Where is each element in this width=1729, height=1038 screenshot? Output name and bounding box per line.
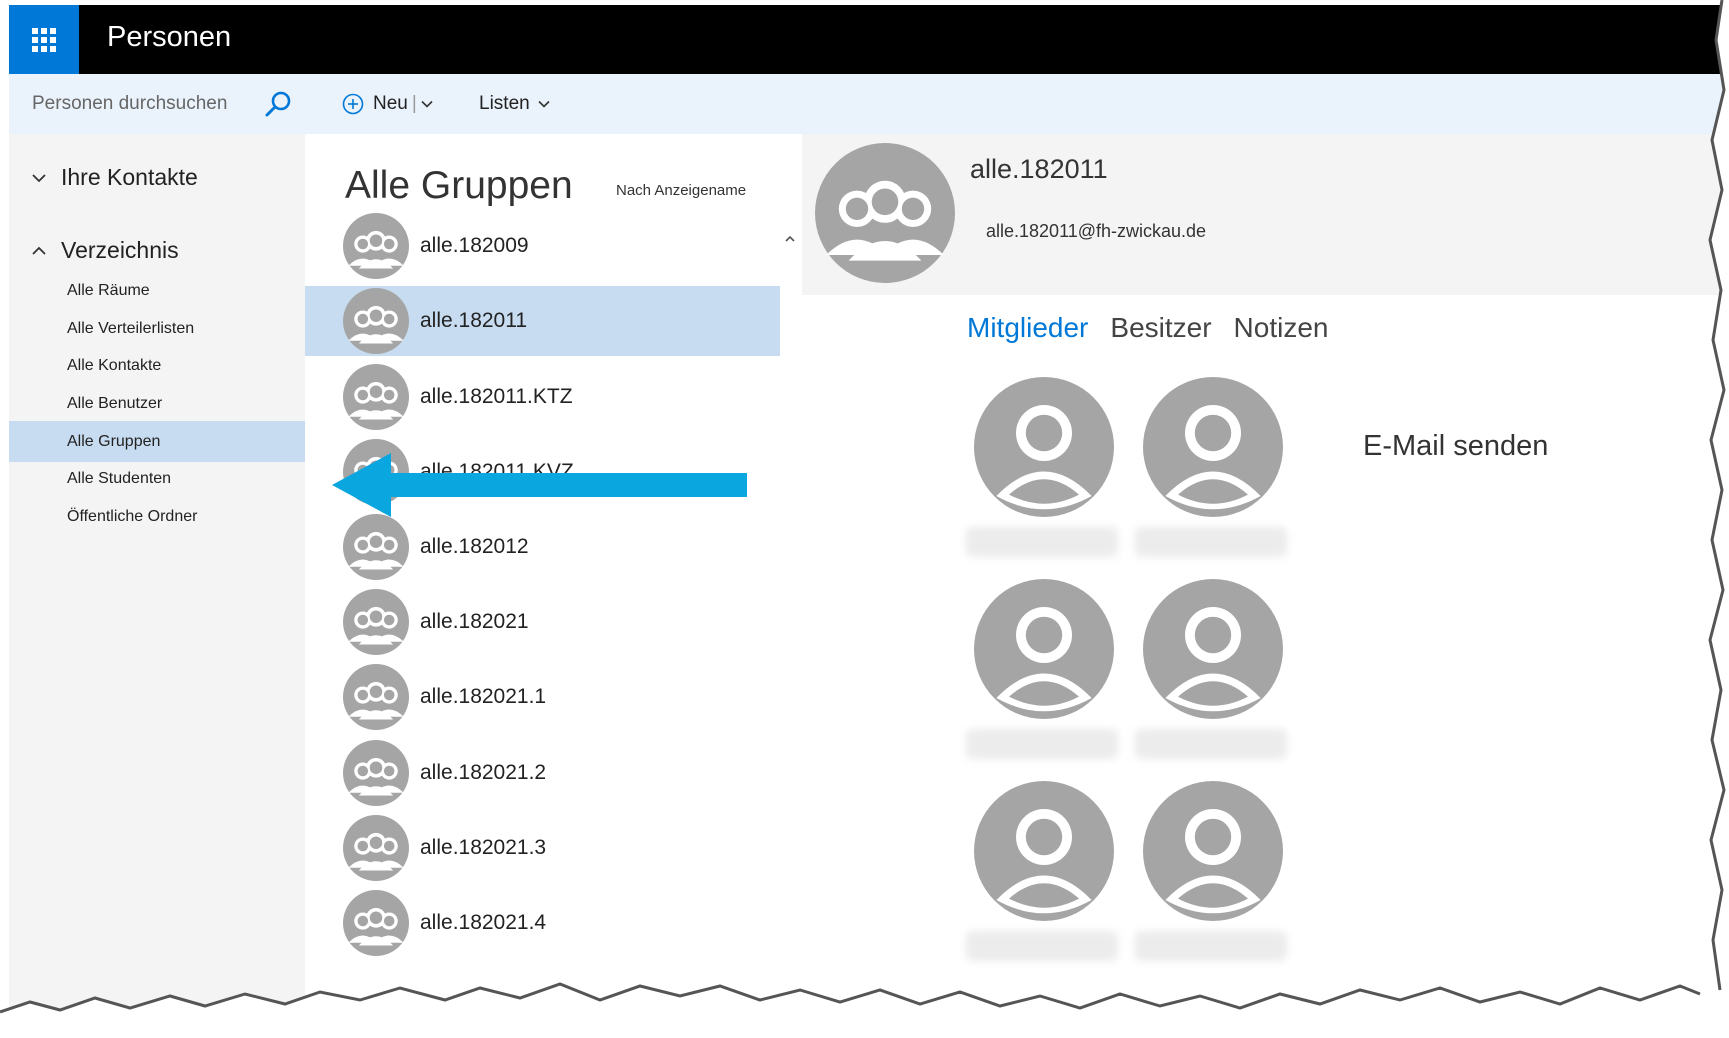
member-tile[interactable] (1135, 377, 1287, 567)
chevron-down-icon[interactable] (421, 98, 433, 110)
person-avatar-icon (1143, 781, 1283, 921)
command-bar: Neu | Listen (9, 74, 1727, 134)
nav-section-your-contacts[interactable]: Ihre Kontakte (31, 164, 198, 191)
list-item[interactable]: alle.182009 (305, 211, 780, 281)
group-avatar-icon (343, 589, 409, 655)
group-avatar-icon (343, 213, 409, 279)
app-header: Personen (9, 5, 1727, 74)
waffle-icon (32, 28, 56, 52)
new-button-separator: | (411, 93, 417, 114)
annotation-arrow-icon (332, 453, 747, 517)
list-item-name: alle.182021.1 (420, 685, 547, 708)
nav-section-directory[interactable]: Verzeichnis (31, 237, 179, 264)
search-box (9, 74, 305, 134)
group-list-pane: Alle Gruppen Nach Anzeigename alle.18200… (305, 134, 822, 1035)
sort-button[interactable]: Nach Anzeigename (616, 182, 746, 199)
group-avatar-icon (815, 143, 955, 283)
new-button-label: Neu (373, 93, 408, 114)
nav-section-label: Verzeichnis (61, 237, 179, 263)
person-avatar-icon (974, 377, 1114, 517)
nav-item-public-folders[interactable]: Öffentliche Ordner (9, 496, 305, 537)
member-name-redacted (1135, 931, 1287, 961)
person-avatar-icon (1143, 377, 1283, 517)
scrollbar-thumb[interactable] (780, 1023, 800, 1035)
lists-button[interactable]: Listen (479, 88, 550, 120)
nav-item-all-distribution-lists[interactable]: Alle Verteilerlisten (9, 308, 305, 349)
list-title: Alle Gruppen (345, 164, 573, 207)
list-item-name: alle.182021.3 (420, 836, 547, 859)
nav-section-label: Ihre Kontakte (61, 164, 198, 190)
list-item[interactable]: alle.182021 (305, 587, 780, 657)
nav-item-all-students[interactable]: Alle Studenten (9, 458, 305, 499)
group-email[interactable]: alle.182011@fh-zwickau.de (986, 221, 1206, 242)
member-name-redacted (1135, 527, 1287, 557)
list-item-name: alle.182021.4 (420, 911, 547, 934)
app-title: Personen (107, 21, 232, 53)
tab-owners[interactable]: Besitzer (1110, 312, 1211, 344)
tab-members[interactable]: Mitglieder (967, 312, 1088, 344)
member-name-redacted (1135, 729, 1287, 759)
list-item-selected[interactable]: alle.182011 (305, 286, 780, 356)
list-item-name: alle.182021 (420, 610, 529, 633)
group-avatar-icon (343, 664, 409, 730)
nav-item-all-users[interactable]: Alle Benutzer (9, 383, 305, 424)
chevron-down-icon (32, 173, 46, 182)
list-item-name: alle.182009 (420, 234, 529, 257)
chevron-up-icon[interactable] (782, 231, 798, 247)
member-name-redacted (966, 527, 1118, 557)
search-icon[interactable] (264, 90, 292, 118)
list-item[interactable]: alle.182011.KTZ (305, 362, 780, 432)
search-input[interactable] (9, 74, 305, 134)
list-item[interactable]: alle.182021.2 (305, 738, 780, 808)
lists-button-label: Listen (479, 93, 530, 114)
send-email-button[interactable]: E-Mail senden (1363, 430, 1548, 463)
list-item-name: alle.182021.2 (420, 761, 547, 784)
list-scrollbar[interactable] (780, 229, 800, 1035)
list-item-name: alle.182011.KTZ (420, 385, 573, 408)
member-tile[interactable] (966, 781, 1118, 971)
list-item[interactable]: alle.182021.1 (305, 662, 780, 732)
group-avatar-icon (343, 890, 409, 956)
member-name-redacted (966, 729, 1118, 759)
folder-pane: Ihre Kontakte Verzeichnis Alle Räume All… (9, 134, 305, 1035)
group-avatar-icon (343, 364, 409, 430)
group-name: alle.182011 (970, 154, 1108, 184)
add-circle-icon (342, 93, 364, 115)
group-avatar-icon (343, 740, 409, 806)
member-tile[interactable] (1135, 781, 1287, 971)
people-app-window: Personen Neu | Listen (9, 5, 1727, 1035)
group-avatar-icon (343, 815, 409, 881)
list-item[interactable]: alle.182021.3 (305, 813, 780, 883)
nav-item-all-rooms[interactable]: Alle Räume (9, 270, 305, 311)
tab-notes[interactable]: Notizen (1234, 312, 1329, 344)
group-detail-pane: alle.182011 alle.182011@fh-zwickau.de Mi… (802, 134, 1727, 1035)
person-avatar-icon (974, 781, 1114, 921)
list-item-name: alle.182011 (420, 309, 528, 332)
member-tile[interactable] (966, 377, 1118, 567)
detail-header: alle.182011 alle.182011@fh-zwickau.de (802, 134, 1727, 295)
list-item[interactable]: alle.182021.4 (305, 888, 780, 958)
person-avatar-icon (1143, 579, 1283, 719)
member-tile[interactable] (966, 579, 1118, 769)
member-tile[interactable] (1135, 579, 1287, 769)
nav-item-all-groups[interactable]: Alle Gruppen (9, 421, 305, 462)
nav-item-all-contacts[interactable]: Alle Kontakte (9, 345, 305, 386)
chevron-down-icon (538, 100, 550, 108)
detail-tabs: Mitglieder Besitzer Notizen (967, 312, 1350, 344)
person-avatar-icon (974, 579, 1114, 719)
member-name-redacted (966, 931, 1118, 961)
app-launcher-button[interactable] (9, 5, 79, 74)
group-avatar-icon (343, 288, 409, 354)
new-button[interactable]: Neu | (342, 88, 433, 120)
chevron-up-icon (32, 246, 46, 255)
